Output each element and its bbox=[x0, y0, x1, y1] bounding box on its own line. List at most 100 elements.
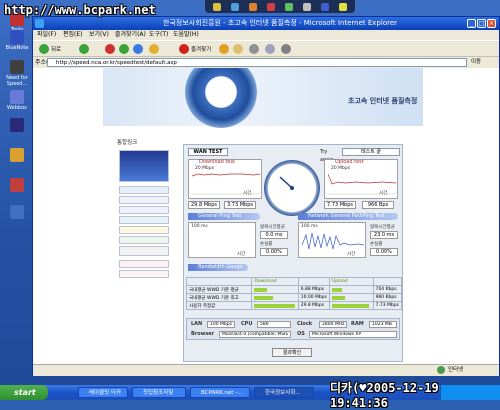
try-again-label: Try again bbox=[320, 149, 334, 163]
mail-icon[interactable] bbox=[233, 44, 243, 54]
desktop-icon-bluenote[interactable]: BlueNote bbox=[4, 30, 30, 51]
sidebar-link[interactable] bbox=[119, 226, 169, 234]
sidebar-link[interactable] bbox=[119, 206, 169, 214]
start-button[interactable]: start bbox=[0, 385, 48, 400]
desktop-icon-app2[interactable] bbox=[4, 178, 30, 193]
page-content: 초고속 인터넷 품질측정 통합링크 WAN TEST Try again 테스트… bbox=[33, 68, 499, 364]
desktop-icon-label: Webbox bbox=[7, 105, 27, 111]
app-icon bbox=[10, 205, 24, 219]
desktop-icon-nfs[interactable]: Need for Speed... bbox=[4, 60, 30, 87]
sidebar-link[interactable] bbox=[119, 246, 169, 256]
taskbar-item[interactable]: 베이클릿 타카 bbox=[78, 387, 128, 398]
desktop-icon-webbox[interactable]: Webbox bbox=[4, 90, 30, 111]
pathping-line bbox=[301, 232, 365, 250]
desktop-icon-app3[interactable] bbox=[4, 205, 30, 220]
upload-value: 7.73 Mbps bbox=[372, 301, 403, 310]
upload-bar bbox=[331, 295, 346, 300]
back-label[interactable]: 뒤로 bbox=[51, 45, 61, 53]
history-icon[interactable] bbox=[219, 44, 229, 54]
lan-label: LAN bbox=[191, 321, 203, 327]
row-label: 국내평균 WWD 기준 최고 bbox=[185, 293, 253, 302]
sidebar-link[interactable] bbox=[119, 270, 169, 278]
dock-app-icon[interactable] bbox=[303, 2, 311, 11]
sidebar-link[interactable] bbox=[119, 260, 169, 268]
dock-app-icon[interactable] bbox=[339, 2, 347, 11]
edit-icon[interactable] bbox=[265, 44, 275, 54]
maximize-button[interactable]: □ bbox=[477, 19, 486, 28]
refresh-icon[interactable] bbox=[119, 44, 129, 54]
messenger-icon[interactable] bbox=[281, 44, 291, 54]
ping-time-label: 시간 bbox=[237, 252, 246, 257]
internet-zone-icon bbox=[437, 366, 445, 374]
sidebar-link[interactable] bbox=[119, 196, 169, 204]
ram-value: 1023 MB bbox=[369, 321, 397, 328]
test-status-button[interactable]: 테스트 끝 bbox=[342, 148, 400, 156]
pathping-time-label: 시간 bbox=[347, 252, 356, 257]
download-bar bbox=[254, 295, 273, 300]
sidebar-link[interactable] bbox=[119, 186, 169, 194]
ping-avg-value: 0.0 ms bbox=[260, 231, 288, 239]
download-graph: Download test 20 Mbps 시간 bbox=[188, 159, 262, 199]
taskbar-item[interactable]: 한국정보사회... bbox=[254, 387, 314, 398]
lan-value: 100 Mbps bbox=[207, 321, 235, 328]
menu-help[interactable]: 도움말(H) bbox=[173, 30, 199, 40]
dock-app-icon[interactable] bbox=[321, 2, 329, 11]
stop-icon[interactable] bbox=[105, 44, 115, 54]
back-icon[interactable] bbox=[39, 44, 49, 54]
close-button[interactable]: × bbox=[487, 19, 496, 28]
table-header-upload: Upload bbox=[328, 277, 374, 286]
desktop-icon-disk[interactable] bbox=[4, 118, 30, 133]
upload-graph: Upload test 20 Mbps 시간 bbox=[324, 159, 398, 199]
title-bar[interactable]: 한국정보사회진흥원 - 초고속 인터넷 품질측정 - Microsoft Int… bbox=[33, 17, 499, 30]
bandwidth-section-header: Bandwidth Gauge bbox=[188, 264, 248, 271]
ram-label: RAM bbox=[351, 321, 364, 327]
favorites-icon[interactable] bbox=[179, 44, 189, 54]
forward-icon[interactable] bbox=[79, 44, 89, 54]
menu-view[interactable]: 보기(V) bbox=[89, 30, 109, 40]
taskbar-item[interactable]: 첫집참조자및 bbox=[132, 387, 186, 398]
pathping-avg-value: 23.0 ms bbox=[370, 231, 398, 239]
table-row: 국내평균 WWD 기준 평균 6.88 Mbps 704 Kbps bbox=[185, 285, 403, 294]
menu-favorites[interactable]: 즐겨찾기(A) bbox=[115, 30, 146, 40]
sidebar-link[interactable] bbox=[119, 236, 169, 244]
dock-app-icon[interactable] bbox=[285, 2, 293, 11]
clock-label: Clock bbox=[297, 321, 313, 327]
ping-graph: 100 ms 시간 bbox=[188, 222, 256, 258]
home-icon[interactable] bbox=[133, 44, 143, 54]
table-header bbox=[185, 277, 253, 286]
row-label: 사용자 측정값 bbox=[185, 301, 253, 310]
taskbar-item[interactable]: BCPARK.net -... bbox=[190, 387, 250, 398]
check-result-button[interactable]: 결과확인 bbox=[272, 348, 312, 357]
search-icon[interactable] bbox=[149, 44, 159, 54]
menu-tools[interactable]: 도구(T) bbox=[149, 30, 168, 40]
cpu-label: CPU bbox=[241, 321, 253, 327]
menu-edit[interactable]: 편집(E) bbox=[63, 30, 83, 40]
sidebar-title: 통합링크 bbox=[117, 140, 138, 146]
download-title: Download test bbox=[199, 159, 236, 165]
address-input[interactable]: http://speed.nca.or.kr/speedtest/default… bbox=[47, 58, 467, 67]
desktop-icon-app[interactable] bbox=[4, 148, 30, 163]
sidebar-link[interactable] bbox=[119, 216, 169, 224]
pathping-loss-label: 손실률 bbox=[370, 242, 383, 247]
upload-cur-value: 966 Bps bbox=[362, 201, 394, 209]
download-bar bbox=[254, 303, 295, 308]
sidebar-banner-link[interactable] bbox=[119, 150, 169, 182]
menu-file[interactable]: 파일(F) bbox=[37, 30, 56, 40]
tab-wan-test[interactable]: WAN TEST bbox=[188, 148, 228, 156]
download-cur-value: 3.73 Mbps bbox=[224, 201, 256, 209]
dock-app-icon[interactable] bbox=[267, 2, 275, 11]
dock-app-icon[interactable] bbox=[213, 2, 221, 11]
row-label: 국내평균 WWD 기준 평균 bbox=[185, 285, 253, 294]
table-header-download: Download bbox=[251, 277, 299, 286]
dock-app-icon[interactable] bbox=[231, 2, 239, 11]
go-button[interactable]: 이동 bbox=[471, 58, 493, 67]
ping-section-header: General Ping Test bbox=[188, 213, 260, 220]
upload-bar bbox=[331, 303, 369, 308]
table-row: 사용자 측정값 29.8 Mbps 7.73 Mbps bbox=[185, 301, 403, 310]
favorites-label[interactable]: 즐겨찾기 bbox=[191, 45, 211, 53]
pathping-loss-value: 0.00% bbox=[370, 248, 398, 256]
dock-app-icon[interactable] bbox=[249, 2, 257, 11]
upload-title: Upload test bbox=[335, 159, 364, 165]
minimize-button[interactable]: _ bbox=[467, 19, 476, 28]
print-icon[interactable] bbox=[249, 44, 259, 54]
